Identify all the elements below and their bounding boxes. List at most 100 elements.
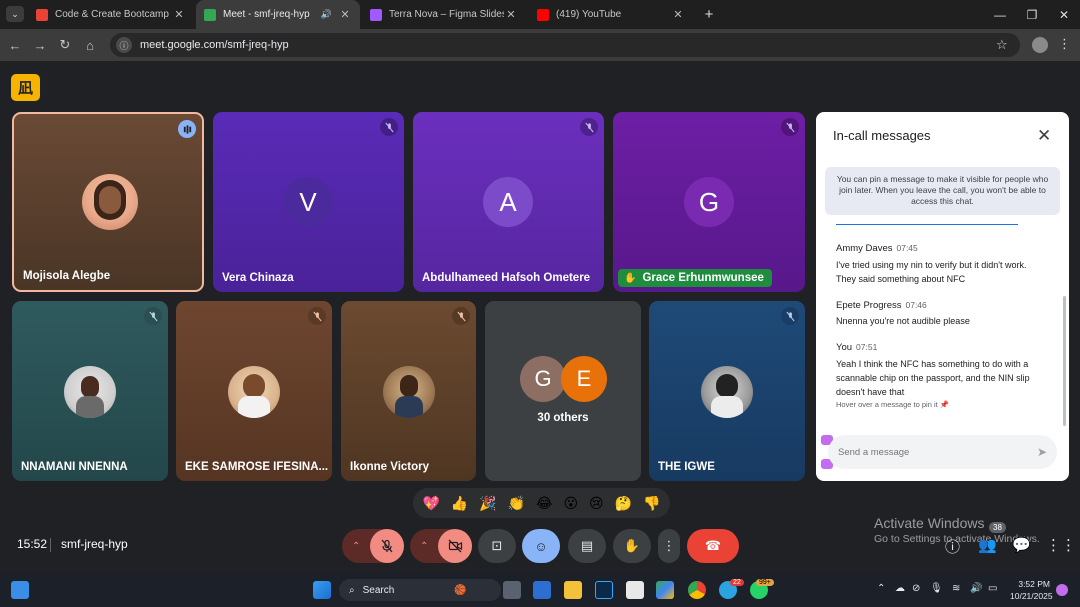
- raise-hand-button[interactable]: ✋: [613, 529, 651, 563]
- more-options-button[interactable]: ⋮: [658, 529, 680, 563]
- close-tab-icon[interactable]: ✕: [671, 8, 685, 21]
- message-input[interactable]: [838, 446, 1018, 458]
- meet-stage: 凪 Mojisola Alegbe V Vera Chinaza A Abdul…: [0, 61, 1080, 573]
- participant-tile-abdulhameed[interactable]: A Abdulhameed Hafsoh Ometere: [413, 112, 604, 292]
- emoji-button[interactable]: ☺: [522, 529, 560, 563]
- play-store-icon[interactable]: [656, 581, 674, 599]
- captions-icon: ▤: [580, 538, 594, 553]
- mic-off-icon: [144, 307, 162, 325]
- reactions-bar: 💖 👍 🎉 👏 😂 😮 😢 🤔 👎: [413, 488, 670, 518]
- mic-toggle-button[interactable]: [370, 529, 404, 563]
- site-info-icon[interactable]: ⓘ: [116, 37, 132, 53]
- copilot-icon[interactable]: [1056, 584, 1068, 596]
- file-explorer-icon[interactable]: [564, 581, 582, 599]
- reload-button[interactable]: ↻: [56, 36, 74, 54]
- participant-tile-eke[interactable]: EKE SAMROSE IFESINA...: [176, 301, 332, 481]
- browser-menu-icon[interactable]: ⋮: [1058, 36, 1071, 52]
- show-hidden-icons[interactable]: ⌃: [877, 583, 885, 594]
- widgets-icon[interactable]: [11, 581, 29, 599]
- windows-start-icon[interactable]: [313, 581, 331, 599]
- reaction-laugh[interactable]: 😂: [536, 495, 552, 512]
- present-screen-icon: ⊡: [491, 538, 503, 553]
- chat-scrollbar[interactable]: [1063, 296, 1066, 426]
- participant-tile-others[interactable]: G E 30 others: [485, 301, 641, 481]
- mic-off-icon: [580, 118, 598, 136]
- participant-name: Abdulhameed Hafsoh Ometere: [422, 272, 591, 284]
- forward-button[interactable]: →: [31, 36, 49, 54]
- taskbar-clock[interactable]: 3:52 PM 10/21/2025: [1010, 578, 1053, 602]
- send-icon[interactable]: ➤: [1037, 445, 1047, 459]
- photoshop-icon[interactable]: [595, 581, 613, 599]
- minimize-button[interactable]: —: [984, 0, 1016, 29]
- reaction-thumbs-down[interactable]: 👎: [643, 495, 660, 512]
- store-icon[interactable]: [626, 581, 644, 599]
- participant-initial: G: [520, 356, 566, 402]
- participant-tile-igwe[interactable]: THE IGWE: [649, 301, 805, 481]
- back-button[interactable]: ←: [6, 36, 24, 54]
- task-view-icon[interactable]: [503, 581, 521, 599]
- reaction-surprised[interactable]: 😮: [563, 495, 578, 512]
- close-tab-icon[interactable]: ✕: [504, 8, 518, 21]
- divider: [50, 538, 51, 552]
- tab-title: Code & Create Bootcamp Care: [55, 9, 172, 20]
- participant-tile-nnamani[interactable]: NNAMANI NNENNA: [12, 301, 168, 481]
- activities-icon[interactable]: ⋮⋮⋮: [1046, 536, 1080, 554]
- reaction-sad[interactable]: 😢: [589, 495, 604, 512]
- message-text[interactable]: Yeah I think the NFC has something to do…: [836, 357, 1046, 399]
- reaction-clap[interactable]: 👏: [508, 495, 525, 512]
- calendar-app-icon[interactable]: [533, 581, 551, 599]
- profile-avatar[interactable]: [1032, 37, 1048, 53]
- speaker-icon[interactable]: 🔊: [321, 9, 332, 20]
- meeting-info-icon[interactable]: ⓘ: [945, 536, 960, 557]
- tab-code-create[interactable]: Code & Create Bootcamp Care ✕: [28, 0, 194, 29]
- reaction-party[interactable]: 🎉: [479, 495, 496, 512]
- battery-icon[interactable]: ▭: [988, 583, 997, 594]
- cloud-icon[interactable]: ☁: [895, 583, 905, 594]
- reaction-thinking[interactable]: 🤔: [615, 495, 632, 512]
- message-compose[interactable]: ➤: [828, 435, 1057, 469]
- people-icon[interactable]: 👥: [978, 536, 997, 554]
- browser-tab-bar: ⌄ Code & Create Bootcamp Care ✕ Meet - s…: [0, 0, 1080, 29]
- participant-tile-mojisola[interactable]: Mojisola Alegbe: [12, 112, 204, 292]
- participant-tile-vera[interactable]: V Vera Chinaza: [213, 112, 404, 292]
- chrome-icon[interactable]: [688, 581, 706, 599]
- maximize-button[interactable]: ❐: [1016, 0, 1048, 29]
- chat-icon[interactable]: 💬: [1012, 536, 1031, 554]
- meeting-code: smf-jreq-hyp: [61, 537, 128, 551]
- tab-meet[interactable]: Meet - smf-jreq-hyp 🔊 ✕: [196, 0, 360, 29]
- network-status-icon[interactable]: ⊘: [912, 583, 920, 594]
- figma-icon: [370, 8, 382, 21]
- close-tab-icon[interactable]: ✕: [172, 8, 186, 21]
- close-window-button[interactable]: ✕: [1048, 0, 1080, 29]
- reaction-thumbs-up[interactable]: 👍: [451, 495, 468, 512]
- tab-title: (419) YouTube: [556, 9, 622, 20]
- camera-toggle-button[interactable]: [438, 529, 472, 563]
- captions-button[interactable]: ▤: [568, 529, 606, 563]
- hand-icon: ✋: [623, 538, 641, 553]
- panel-title: In-call messages: [833, 128, 931, 143]
- microphone-tray-icon[interactable]: 🎙: [930, 583, 943, 594]
- present-button[interactable]: ⊡: [478, 529, 516, 563]
- address-bar[interactable]: ⓘ meet.google.com/smf-jreq-hyp: [110, 33, 1020, 57]
- bookmark-star-icon[interactable]: ☆: [996, 37, 1008, 53]
- tab-figma[interactable]: Terra Nova – Figma Slides ✕: [362, 0, 526, 29]
- volume-icon[interactable]: 🔊: [970, 583, 982, 594]
- message-text[interactable]: Nnenna you're not audible please: [836, 314, 1046, 328]
- leave-call-button[interactable]: ☎: [687, 529, 739, 563]
- wifi-icon[interactable]: ≋: [952, 583, 960, 594]
- participant-name: NNAMANI NNENNA: [21, 461, 128, 473]
- new-tab-button[interactable]: +: [700, 4, 718, 24]
- tab-youtube[interactable]: (419) YouTube ✕: [529, 0, 693, 29]
- reaction-heart[interactable]: 💖: [422, 495, 439, 512]
- participant-tile-grace[interactable]: G ✋ Grace Erhunmwunsee: [613, 112, 805, 292]
- taskbar-search[interactable]: ⌕ Search 🏀: [339, 579, 501, 601]
- close-tab-icon[interactable]: ✕: [338, 8, 352, 21]
- close-panel-icon[interactable]: ✕: [1037, 126, 1051, 146]
- message-text[interactable]: I've tried using my nin to verify but it…: [836, 258, 1046, 286]
- more-vert-icon: ⋮: [662, 538, 676, 553]
- tab-search-icon[interactable]: ⌄: [6, 6, 24, 22]
- raised-hand-icon: ✋: [624, 272, 637, 284]
- taskbar-date: 10/21/2025: [1010, 591, 1053, 601]
- participant-tile-ikonne[interactable]: Ikonne Victory: [341, 301, 476, 481]
- home-button[interactable]: ⌂: [81, 36, 99, 54]
